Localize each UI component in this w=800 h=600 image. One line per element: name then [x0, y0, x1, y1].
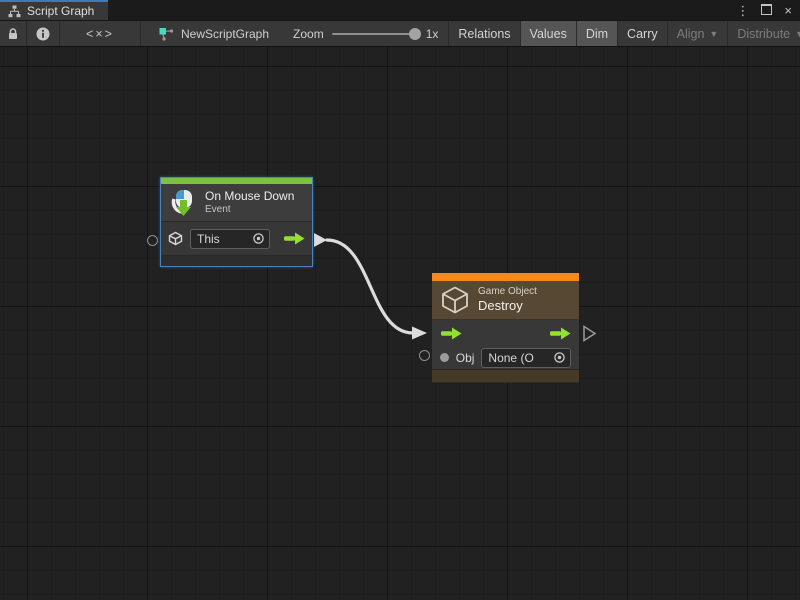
- distribute-dropdown: Distribute ▼: [728, 21, 800, 46]
- obj-input-row: Obj None (O: [432, 346, 579, 369]
- title-bar-spacer: [108, 0, 736, 20]
- tab-script-graph[interactable]: Script Graph: [0, 0, 108, 20]
- window-controls: ⋮ ×: [736, 0, 800, 20]
- zoom-label: Zoom: [293, 27, 324, 41]
- obj-value-field[interactable]: None (O: [481, 348, 571, 368]
- on-mouse-down-target-port[interactable]: [147, 235, 158, 246]
- flow-ports-row: [432, 320, 579, 346]
- zoom-slider[interactable]: [332, 33, 418, 35]
- script-graph-window: Script Graph ⋮ × <×>: [0, 0, 800, 600]
- node-title: Destroy: [478, 298, 537, 314]
- title-bar: Script Graph ⋮ ×: [0, 0, 800, 21]
- object-picker-icon[interactable]: [553, 351, 566, 364]
- obj-label: Obj: [456, 351, 475, 365]
- destroy-exit-port-triangle[interactable]: [584, 327, 595, 341]
- chevron-down-icon: ▼: [795, 29, 800, 39]
- value-port-dot[interactable]: [440, 353, 449, 362]
- info-icon: [36, 27, 50, 41]
- tab-title: Script Graph: [27, 4, 94, 18]
- object-picker-icon[interactable]: [252, 232, 265, 245]
- dim-button[interactable]: Dim: [577, 21, 618, 46]
- flow-input-port-arrow[interactable]: [440, 327, 462, 340]
- node-footer: [432, 369, 579, 382]
- flow-output-port-arrow[interactable]: [283, 232, 305, 245]
- wire-start-arrow-icon: [314, 233, 327, 247]
- mouse-down-event-icon: [169, 189, 197, 217]
- target-value-text: This: [197, 232, 248, 246]
- values-button[interactable]: Values: [521, 21, 577, 46]
- node-accent-bar: [432, 273, 579, 281]
- node-title: On Mouse Down: [205, 189, 294, 204]
- node-header: On Mouse Down Event: [161, 184, 312, 222]
- node-header: Game Object Destroy: [432, 281, 579, 320]
- graph-name-label: NewScriptGraph: [181, 27, 269, 41]
- connections-layer: [0, 47, 800, 600]
- graph-hierarchy-icon: [8, 5, 21, 18]
- close-icon[interactable]: ×: [784, 4, 792, 17]
- menu-icon[interactable]: ⋮: [736, 4, 749, 17]
- maximize-icon[interactable]: [761, 4, 772, 17]
- node-body: Obj None (O: [432, 320, 579, 369]
- node-on-mouse-down[interactable]: On Mouse Down Event This: [160, 177, 313, 267]
- graph-asset-button[interactable]: NewScriptGraph: [141, 21, 283, 46]
- game-object-cube-icon: [168, 231, 183, 246]
- carry-button[interactable]: Carry: [618, 21, 668, 46]
- flow-connection-wire[interactable]: [327, 240, 413, 333]
- align-label: Align: [677, 27, 705, 41]
- zoom-value: 1x: [426, 27, 439, 41]
- node-body: This: [161, 222, 312, 256]
- lock-icon: [7, 27, 19, 40]
- flow-output-port-arrow[interactable]: [549, 327, 571, 340]
- graph-canvas[interactable]: On Mouse Down Event This: [0, 47, 800, 600]
- script-graph-asset-icon: [159, 26, 174, 41]
- game-object-cube-icon: [440, 285, 470, 315]
- align-dropdown: Align ▼: [668, 21, 729, 46]
- relations-button[interactable]: Relations: [449, 21, 520, 46]
- info-button[interactable]: [27, 21, 60, 46]
- toolbar-left-group: <×> NewScriptGraph: [0, 21, 283, 46]
- node-category: Game Object: [478, 286, 537, 299]
- node-destroy[interactable]: Game Object Destroy Obj: [432, 273, 579, 383]
- distribute-label: Distribute: [737, 27, 790, 41]
- preview-code-button[interactable]: <×>: [60, 21, 141, 46]
- node-subtitle: Event: [205, 204, 294, 217]
- obj-value-text: None (O: [488, 351, 549, 365]
- toolbar: <×> NewScriptGraph Zoom 1x Relations Val…: [0, 21, 800, 47]
- target-value-field[interactable]: This: [190, 229, 270, 249]
- chevron-down-icon: ▼: [709, 29, 718, 39]
- destroy-obj-port[interactable]: [419, 350, 430, 361]
- node-footer: [161, 256, 312, 266]
- zoom-control: Zoom 1x: [283, 21, 448, 46]
- zoom-slider-handle[interactable]: [409, 28, 421, 40]
- lock-button[interactable]: [0, 21, 27, 46]
